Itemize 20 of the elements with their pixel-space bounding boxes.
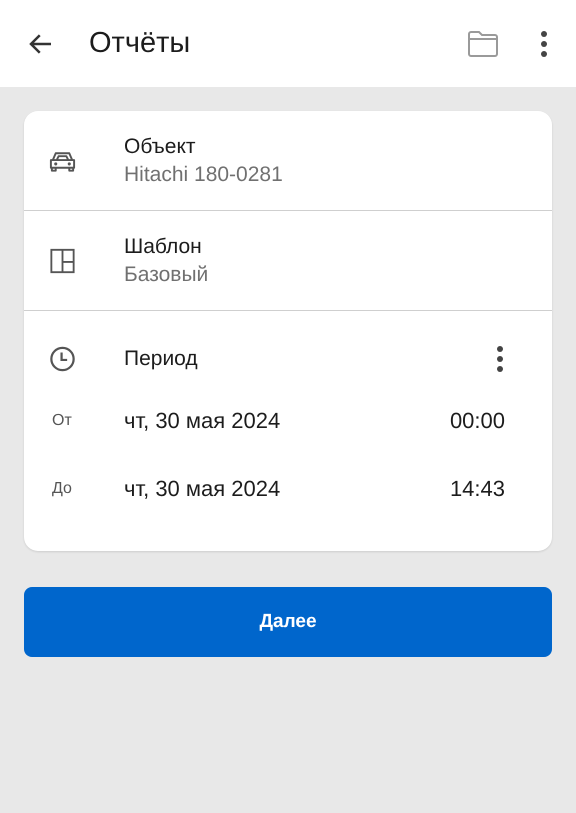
field-row[interactable]: Шаблон Базовый xyxy=(24,211,552,311)
more-menu-icon[interactable] xyxy=(540,30,548,56)
field-value: Hitachi 180-0281 xyxy=(124,162,283,186)
next-button[interactable]: Далее xyxy=(24,587,552,657)
clock-icon xyxy=(48,346,77,372)
period-label: Период xyxy=(124,347,199,371)
field-label: Шаблон xyxy=(124,234,203,258)
field-value: Базовый xyxy=(124,262,208,286)
more-menu-icon[interactable] xyxy=(496,346,504,372)
field-row[interactable]: Объект Hitachi 180-0281 xyxy=(24,111,552,211)
range-prefix: От xyxy=(51,412,73,430)
range-prefix: До xyxy=(51,480,73,498)
field-label: Объект xyxy=(124,134,197,158)
screen-title: Отчёты xyxy=(89,27,190,60)
time-value[interactable]: 14:43 xyxy=(450,476,505,502)
time-value[interactable]: 00:00 xyxy=(450,408,505,434)
folder-icon[interactable] xyxy=(466,30,500,58)
date-value[interactable]: чт, 30 мая 2024 xyxy=(124,408,450,434)
layout-icon xyxy=(48,248,77,274)
date-value[interactable]: чт, 30 мая 2024 xyxy=(124,476,450,502)
